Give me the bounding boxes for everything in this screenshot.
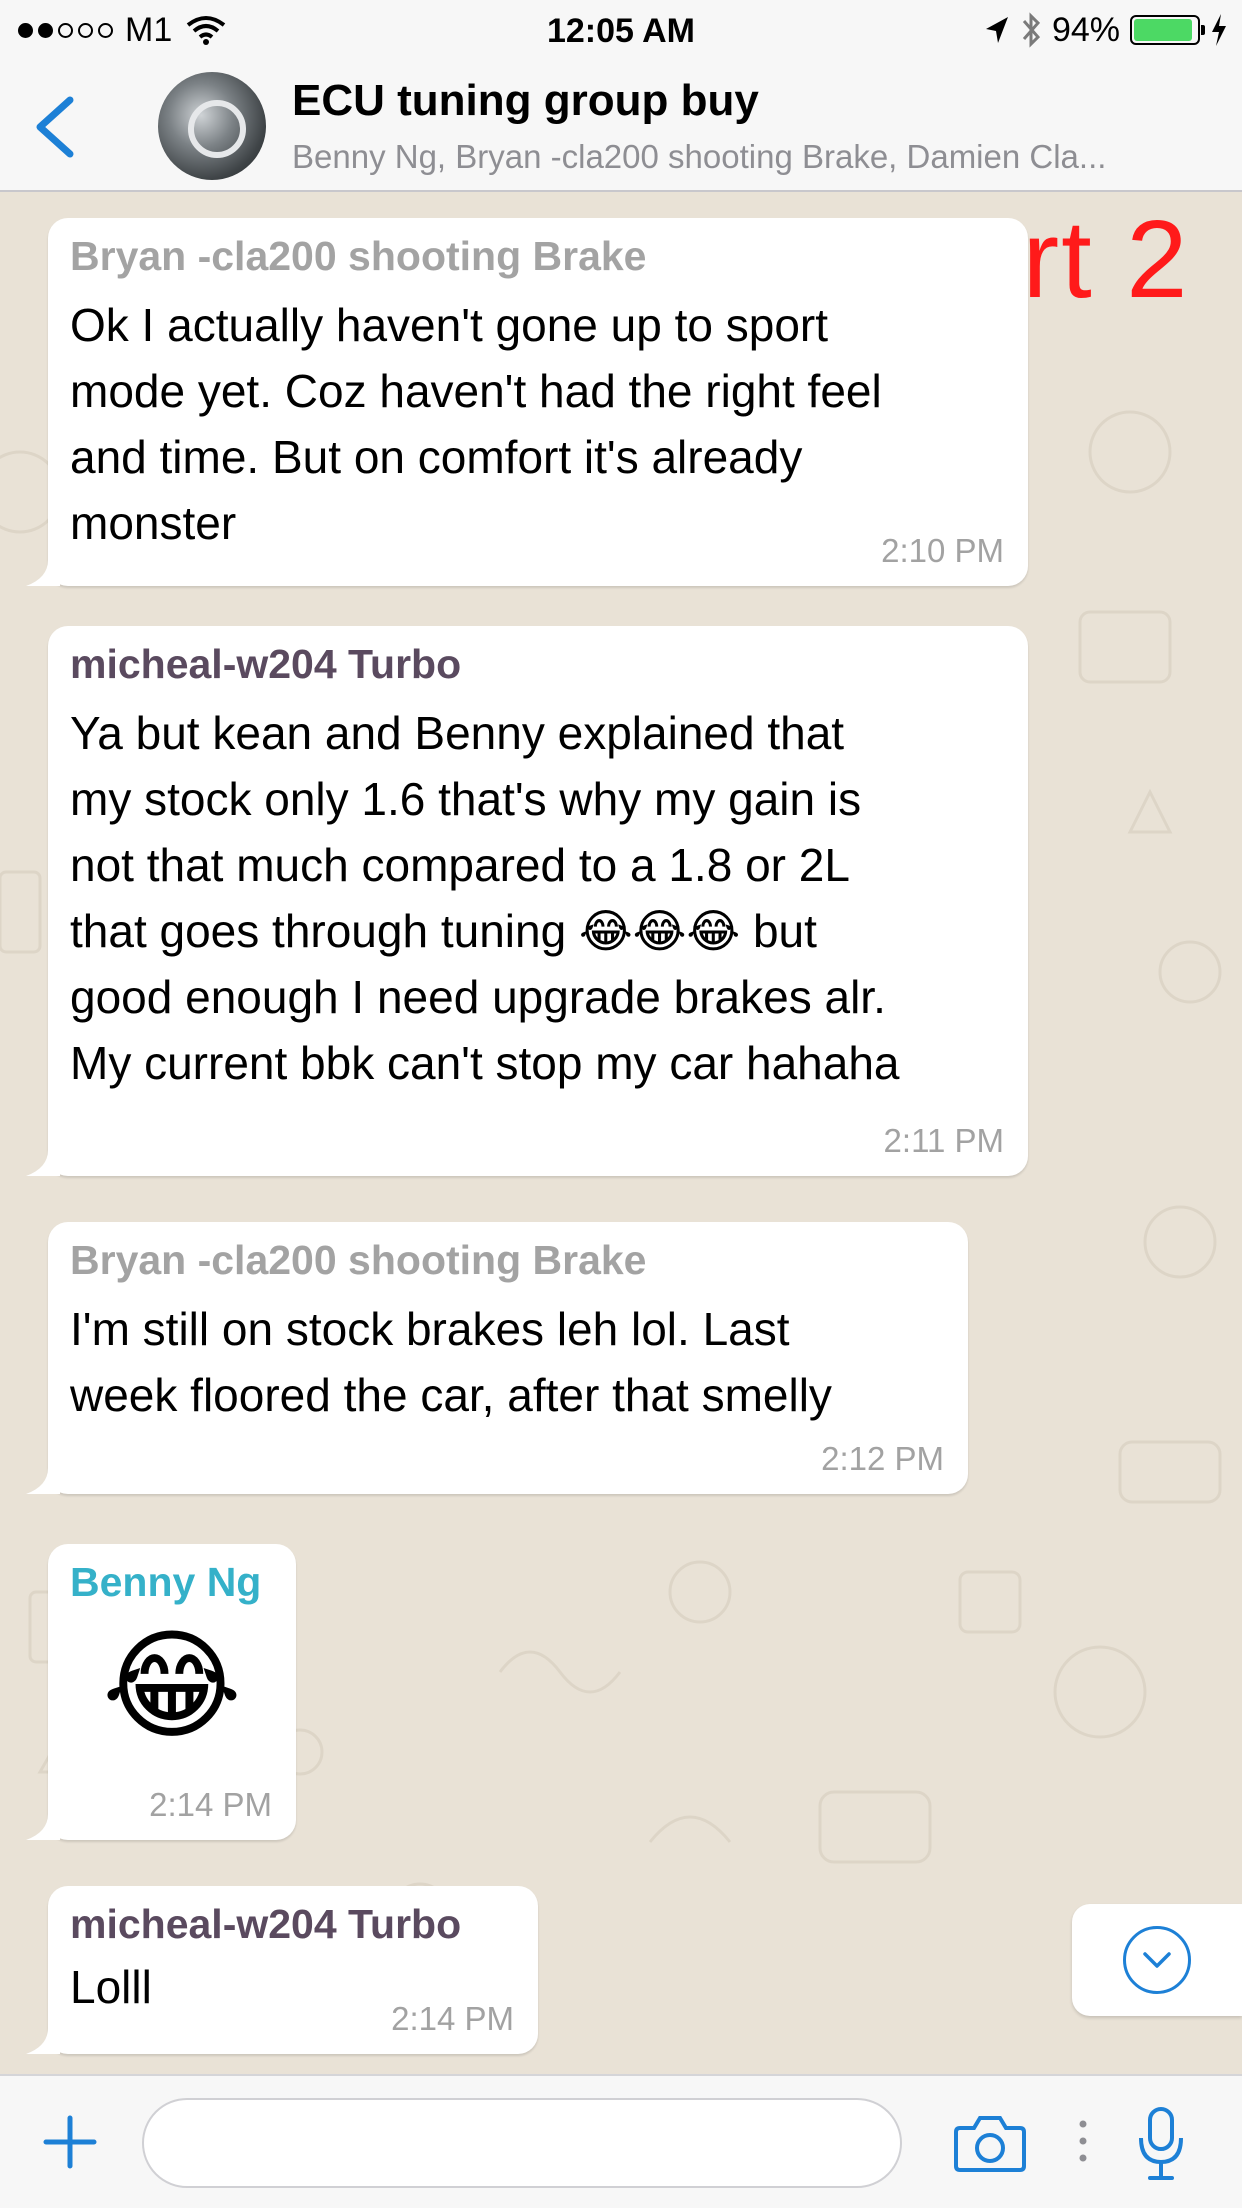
- message-input[interactable]: [142, 2098, 902, 2188]
- message-line: Ok I actually haven't gone up to sport: [70, 299, 829, 351]
- message-line: my stock only 1.6 that's why my gain is: [70, 773, 862, 825]
- message-line: good enough I need upgrade brakes alr.: [70, 971, 886, 1023]
- message-text: I'm still on stock brakes leh lol. Last …: [70, 1296, 946, 1428]
- bubble-tail: [26, 1150, 60, 1176]
- message-time: 2:10 PM: [881, 532, 1004, 569]
- battery-level: [1134, 19, 1193, 41]
- battery-percent: 94%: [1051, 10, 1120, 49]
- message-time: 2:12 PM: [821, 1440, 944, 1477]
- chevron-left-icon[interactable]: [30, 94, 80, 160]
- tears-of-joy-emoji: 😂: [101, 1619, 243, 1753]
- message-sender: micheal-w204 Turbo: [70, 1901, 462, 1947]
- bubble-tail: [26, 2028, 60, 2054]
- bubble-tail: [26, 1468, 60, 1494]
- camera-icon[interactable]: [954, 2112, 1026, 2172]
- message-sender: Benny Ng: [70, 1559, 262, 1605]
- status-bar: M1 12:05 AM 94%: [0, 0, 1242, 62]
- plus-icon[interactable]: [42, 2114, 98, 2170]
- charging-bolt-icon: [1212, 14, 1226, 46]
- message-line: Ya but kean and Benny explained that: [70, 707, 845, 759]
- message-bubble[interactable]: micheal-w204 Turbo Lolll 2:14 PM: [26, 1886, 538, 2054]
- message-line: monster: [70, 497, 237, 549]
- message-line: not that much compared to a 1.8 or 2L: [70, 839, 850, 891]
- message-line: mode yet. Coz haven't had the right feel: [70, 365, 882, 417]
- scroll-to-bottom-button[interactable]: [1072, 1904, 1242, 2016]
- more-icon[interactable]: [1078, 2116, 1088, 2166]
- chat-header: ECU tuning group buy Benny Ng, Bryan -cl…: [0, 62, 1242, 192]
- message-bubble[interactable]: Benny Ng 😂 2:14 PM: [26, 1544, 296, 1840]
- message-bubble[interactable]: micheal-w204 Turbo Ya but kean and Benny…: [26, 626, 1028, 1176]
- location-arrow-icon: [985, 17, 1008, 43]
- chat-area[interactable]: Part 2 Bryan -cla200 shooting Brake Ok I…: [0, 192, 1242, 2074]
- message-bubble[interactable]: Bryan -cla200 shooting Brake Ok I actual…: [26, 218, 1028, 586]
- message-sender: Bryan -cla200 shooting Brake: [70, 233, 647, 279]
- bubble-tail: [26, 560, 60, 586]
- message-line: My current bbk can't stop my car hahaha: [70, 1037, 900, 1089]
- microphone-icon[interactable]: [1136, 2106, 1186, 2182]
- message-sender: Bryan -cla200 shooting Brake: [70, 1237, 647, 1283]
- message-line: week floored the car, after that smelly: [70, 1369, 832, 1421]
- message-time: 2:14 PM: [391, 2000, 514, 2037]
- message-time: 2:11 PM: [883, 1122, 1004, 1159]
- message-time: 2:14 PM: [149, 1786, 272, 1823]
- message-text: Ya but kean and Benny explained that my …: [70, 700, 1006, 1096]
- message-line: that goes through tuning 😂😂😂 but: [70, 905, 817, 957]
- group-participants[interactable]: Benny Ng, Bryan -cla200 shooting Brake, …: [292, 138, 1222, 176]
- group-avatar[interactable]: [158, 72, 266, 180]
- bluetooth-icon: [1022, 12, 1040, 48]
- message-line: and time. But on comfort it's already: [70, 431, 803, 483]
- message-sender: micheal-w204 Turbo: [70, 641, 462, 687]
- message-bubble[interactable]: Bryan -cla200 shooting Brake I'm still o…: [26, 1222, 968, 1494]
- message-text: Ok I actually haven't gone up to sport m…: [70, 292, 1006, 556]
- battery-icon: [1130, 15, 1205, 45]
- message-input-bar: [0, 2074, 1242, 2208]
- group-title[interactable]: ECU tuning group buy: [292, 76, 759, 126]
- chevron-down-icon: [1123, 1926, 1191, 1994]
- bubble-tail: [26, 1814, 60, 1840]
- status-right: 94%: [984, 10, 1228, 50]
- message-line: I'm still on stock brakes leh lol. Last: [70, 1303, 790, 1355]
